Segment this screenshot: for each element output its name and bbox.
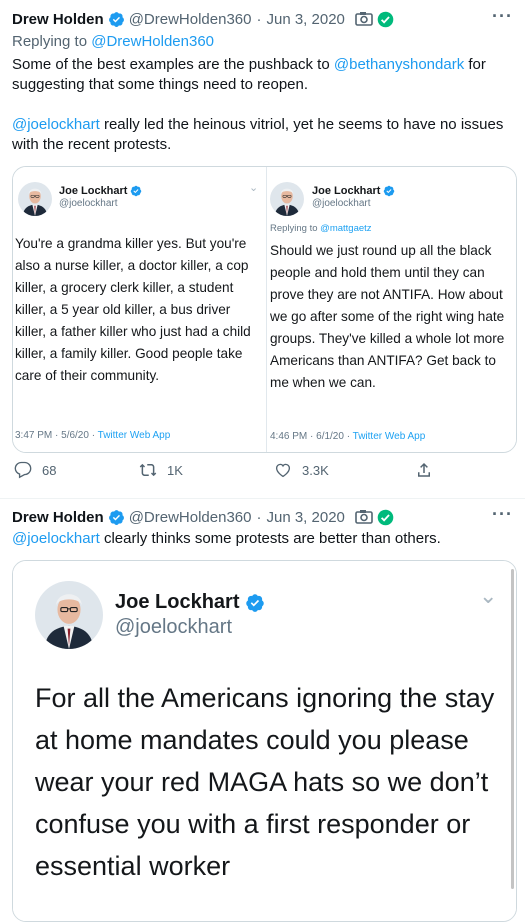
reply-count: 68 bbox=[42, 462, 57, 478]
more-icon[interactable]: ··· bbox=[492, 504, 513, 525]
tweet-date[interactable]: Jun 3, 2020 bbox=[266, 11, 344, 28]
mention-link[interactable]: @bethanyshondark bbox=[334, 56, 464, 73]
shot-time: 4:46 PM · 6/1/20 · bbox=[270, 431, 351, 442]
tweet-date[interactable]: Jun 3, 2020 bbox=[266, 509, 344, 526]
verified-badge-icon bbox=[383, 185, 395, 197]
tweet-2[interactable]: Drew Holden @DrewHolden360 · Jun 3, 2020… bbox=[0, 500, 525, 922]
tweet-header: Drew Holden @DrewHolden360 · Jun 3, 2020 bbox=[12, 506, 394, 528]
chevron-down-icon: ⌄ bbox=[249, 182, 259, 194]
reply-button[interactable]: 68 bbox=[14, 461, 56, 479]
replying-to-label: Replying to bbox=[12, 33, 88, 50]
share-icon bbox=[418, 462, 430, 477]
chevron-down-icon: ⌄ bbox=[479, 583, 498, 608]
tweet-media[interactable]: Joe Lockhart @joelockhart ⌄ You're a gra… bbox=[12, 166, 517, 453]
media-screenshot-right[interactable]: Joe Lockhart @joelockhart Replying to @m… bbox=[267, 167, 516, 452]
verified-badge-icon bbox=[108, 509, 125, 526]
reply-icon bbox=[14, 461, 32, 479]
separator: · bbox=[256, 10, 262, 28]
mention-link[interactable]: @joelockhart bbox=[12, 116, 100, 133]
shot-author-handle: @joelockhart bbox=[312, 198, 371, 209]
media-screenshot-left[interactable]: Joe Lockhart @joelockhart ⌄ You're a gra… bbox=[13, 167, 266, 452]
shot-author-handle: @joelockhart bbox=[59, 198, 118, 209]
separator: · bbox=[256, 508, 262, 526]
retweet-icon bbox=[139, 463, 157, 477]
like-count: 3.3K bbox=[302, 462, 329, 478]
shot-name-text: Joe Lockhart bbox=[312, 185, 381, 197]
shot-author-name: Joe Lockhart bbox=[312, 185, 395, 197]
verified-badge-icon bbox=[130, 185, 142, 197]
retweet-button[interactable]: 1K bbox=[139, 461, 183, 479]
verified-badge-icon bbox=[245, 593, 265, 613]
tweet-separator bbox=[0, 498, 525, 499]
camera-icon bbox=[355, 510, 373, 524]
replying-to: Replying to @DrewHolden360 bbox=[12, 33, 214, 50]
author-handle[interactable]: @DrewHolden360 bbox=[129, 509, 252, 526]
text-segment: clearly thinks some protests are better … bbox=[103, 530, 441, 547]
tweet-media[interactable]: Joe Lockhart @joelockhart ⌄ For all the … bbox=[12, 560, 517, 922]
avatar bbox=[35, 581, 103, 649]
shot-timestamp: 3:47 PM · 5/6/20 · Twitter Web App bbox=[15, 430, 170, 441]
more-icon[interactable]: ··· bbox=[492, 6, 513, 27]
shot-replying-label: Replying to bbox=[270, 223, 318, 234]
tweet-text-2: @joelockhart really led the heinous vitr… bbox=[12, 115, 512, 155]
tweet-actions: 68 1K 3.3K bbox=[12, 461, 452, 485]
shot-replying-to: Replying to @mattgaetz bbox=[270, 223, 372, 234]
shot-replying-handle: @mattgaetz bbox=[320, 223, 372, 234]
replying-to-handle[interactable]: @DrewHolden360 bbox=[91, 33, 214, 50]
shot-app: Twitter Web App bbox=[97, 430, 171, 441]
like-icon bbox=[275, 463, 291, 478]
shot-app: Twitter Web App bbox=[352, 431, 426, 442]
media-screenshot[interactable]: Joe Lockhart @joelockhart ⌄ For all the … bbox=[13, 561, 516, 921]
retweet-count: 1K bbox=[167, 462, 183, 478]
verified-badge-icon bbox=[108, 11, 125, 28]
shot-time: 3:47 PM · 5/6/20 · bbox=[15, 430, 96, 441]
scrollbar[interactable] bbox=[511, 569, 514, 889]
tweet-1[interactable]: Drew Holden @DrewHolden360 · Jun 3, 2020… bbox=[0, 0, 525, 500]
share-button[interactable] bbox=[415, 461, 433, 479]
shot-text: Should we just round up all the black pe… bbox=[270, 243, 505, 390]
author-name[interactable]: Drew Holden bbox=[12, 11, 104, 28]
text-segment: Some of the best examples are the pushba… bbox=[12, 56, 330, 73]
check-badge-icon bbox=[377, 509, 394, 525]
shot-author-name: Joe Lockhart bbox=[59, 185, 142, 197]
like-button[interactable]: 3.3K bbox=[274, 461, 329, 479]
shot-text: You're a grandma killer yes. But you're … bbox=[15, 236, 251, 383]
mention-link[interactable]: @joelockhart bbox=[12, 530, 100, 547]
shot-text: For all the Americans ignoring the stay … bbox=[35, 683, 495, 881]
author-handle[interactable]: @DrewHolden360 bbox=[129, 11, 252, 28]
shot-author-name: Joe Lockhart bbox=[115, 591, 265, 614]
author-name[interactable]: Drew Holden bbox=[12, 509, 104, 526]
avatar bbox=[270, 182, 304, 216]
tweet-header: Drew Holden @DrewHolden360 · Jun 3, 2020 bbox=[12, 8, 394, 30]
shot-name-text: Joe Lockhart bbox=[59, 185, 128, 197]
tweet-text: @joelockhart clearly thinks some protest… bbox=[12, 529, 512, 549]
shot-author-handle: @joelockhart bbox=[115, 616, 233, 638]
camera-icon bbox=[355, 12, 373, 26]
shot-name-text: Joe Lockhart bbox=[115, 591, 240, 613]
shot-timestamp: 4:46 PM · 6/1/20 · Twitter Web App bbox=[270, 431, 425, 442]
check-badge-icon bbox=[377, 11, 394, 27]
avatar bbox=[18, 182, 52, 216]
tweet-text: Some of the best examples are the pushba… bbox=[12, 55, 512, 95]
